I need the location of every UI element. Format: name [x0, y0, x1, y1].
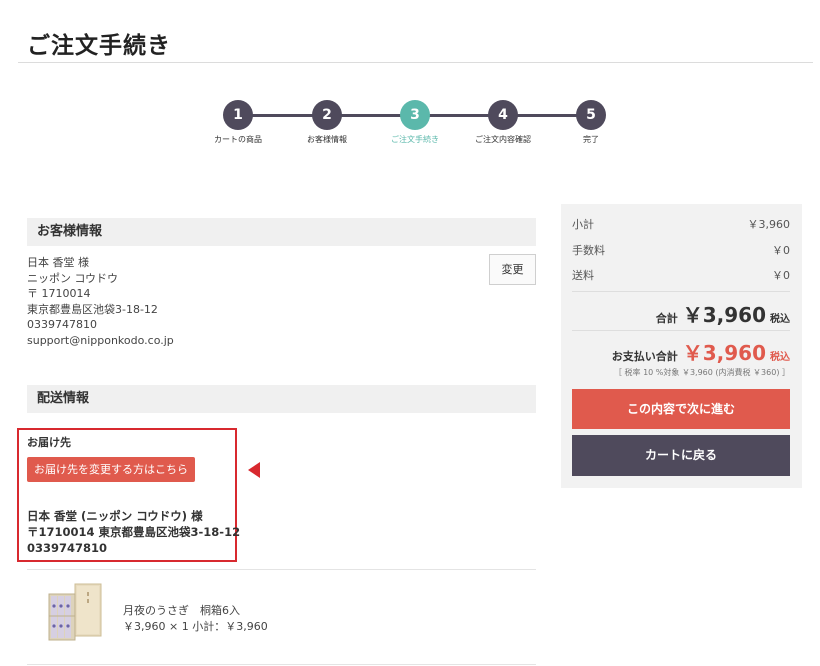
customer-name: 日本 香堂 様 — [27, 256, 89, 269]
change-customer-button[interactable]: 変更 — [489, 254, 536, 285]
subtotal-value: ￥3,960 — [747, 218, 791, 231]
step-4-circle: 4 — [488, 100, 518, 130]
delivery-phone: 0339747810 — [27, 541, 108, 555]
customer-info-header: お客様情報 — [27, 218, 536, 246]
step-3-circle: 3 — [400, 100, 430, 130]
payment-total-label: お支払い合計 — [611, 350, 678, 363]
step-1-circle: 1 — [223, 100, 253, 130]
summary-shipping-row: 送料 ￥0 — [572, 267, 790, 283]
back-to-cart-button[interactable]: カートに戻る — [572, 435, 790, 476]
summary-divider-1 — [572, 291, 790, 292]
summary-fee-row: 手数料 ￥0 — [572, 242, 790, 258]
customer-postal: 〒 1710014 — [27, 287, 91, 300]
customer-email: support@nipponkodo.co.jp — [27, 333, 174, 347]
shipping-label: 送料 — [572, 269, 594, 282]
checkout-stepper: 1 2 3 4 5 カートの商品 お客様情報 ご注文手続き ご注文内容確認 完了 — [0, 0, 820, 160]
delivery-destination-title: お届け先 — [27, 436, 71, 449]
payment-tax-label: 税込 — [770, 352, 790, 363]
item-price-line: ￥3,960 × 1 小計：￥3,960 — [123, 620, 268, 633]
delivery-info-header: 配送情報 — [27, 385, 536, 413]
change-delivery-button[interactable]: お届け先を変更する方はこちら — [27, 457, 195, 482]
total-label: 合計 — [655, 312, 678, 325]
fee-label: 手数料 — [572, 244, 605, 257]
tax-note: ［ 税率 10 %対象 ￥3,960 (内消費税 ￥360) ］ — [614, 368, 790, 377]
shipping-value: ￥0 — [772, 269, 790, 282]
proceed-button[interactable]: この内容で次に進む — [572, 389, 790, 429]
item-divider-bottom — [27, 664, 536, 665]
customer-kana: ニッポン コウドウ — [27, 271, 119, 285]
delivery-address-block: 日本 香堂 (ニッポン コウドウ) 様 〒1710014 東京都豊島区池袋3-1… — [27, 508, 240, 556]
delivery-recipient: 日本 香堂 (ニッポン コウドウ) 様 — [27, 509, 203, 523]
summary-total-row: 合計 ￥3,960 税込 — [572, 299, 790, 328]
total-tax-label: 税込 — [770, 314, 790, 325]
item-divider-top — [27, 569, 536, 570]
customer-phone: 0339747810 — [27, 318, 97, 331]
delivery-address: 〒1710014 東京都豊島区池袋3-18-12 — [27, 525, 241, 539]
product-thumbnail — [48, 583, 102, 641]
summary-subtotal-row: 小計 ￥3,960 — [572, 216, 790, 232]
customer-info-block: 日本 香堂 様 ニッポン コウドウ 〒 1710014 東京都豊島区池袋3-18… — [27, 255, 174, 348]
step-5-circle: 5 — [576, 100, 606, 130]
summary-divider-2 — [572, 330, 790, 331]
step-5-label: 完了 — [583, 135, 599, 144]
fee-value: ￥0 — [772, 244, 790, 257]
subtotal-label: 小計 — [572, 218, 594, 231]
step-2-circle: 2 — [312, 100, 342, 130]
summary-payment-row: お支払い合計 ￥3,960 税込 — [572, 337, 790, 366]
item-name: 月夜のうさぎ 桐箱6入 — [123, 604, 240, 617]
total-value: ￥3,960 — [682, 303, 766, 327]
payment-total-value: ￥3,960 — [682, 341, 766, 365]
customer-address: 東京都豊島区池袋3-18-12 — [27, 302, 158, 316]
pointer-arrow-icon — [248, 462, 260, 478]
